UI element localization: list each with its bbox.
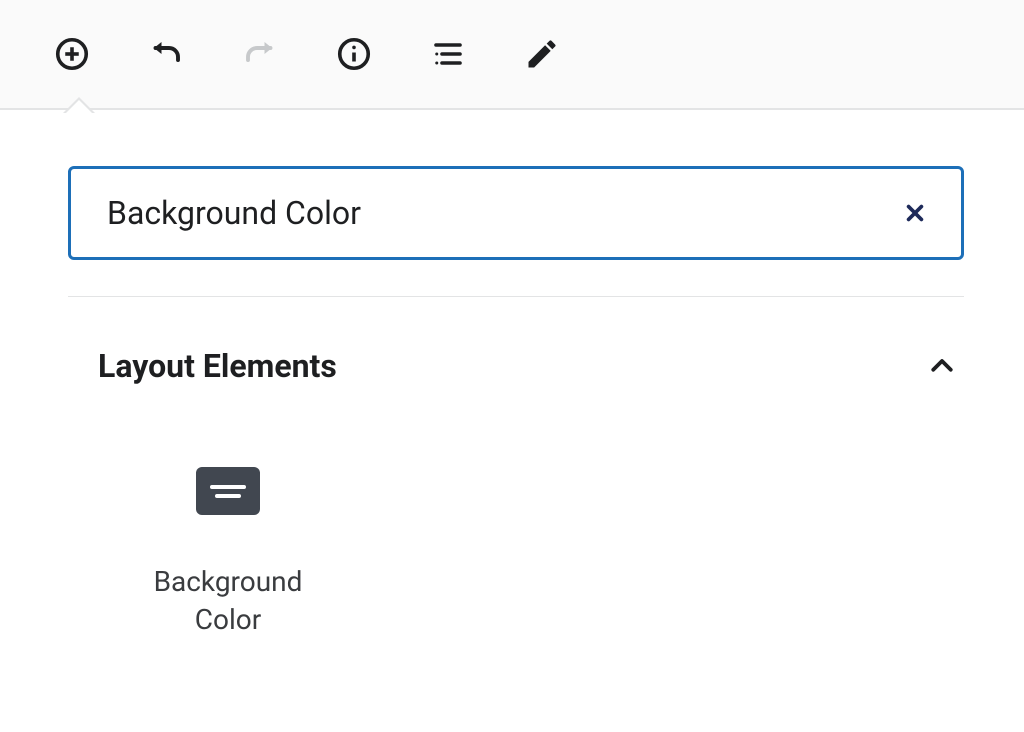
plus-circle-icon (54, 36, 90, 72)
list-icon (430, 36, 466, 72)
undo-icon (148, 36, 184, 72)
clear-search-button[interactable] (895, 193, 935, 233)
background-color-block-icon (196, 467, 260, 515)
section-header[interactable]: Layout Elements (36, 297, 996, 385)
search-box (68, 166, 964, 260)
close-icon (904, 202, 926, 224)
info-icon (336, 36, 372, 72)
edit-button[interactable] (520, 32, 564, 76)
block-search-input[interactable] (107, 194, 895, 232)
undo-button[interactable] (144, 32, 188, 76)
block-background-color[interactable]: Background Color (98, 455, 358, 651)
redo-button (238, 32, 282, 76)
redo-icon (242, 36, 278, 72)
panel-caret (63, 97, 95, 113)
block-label: Background Color (128, 563, 328, 639)
collapse-section-button[interactable] (924, 348, 960, 384)
pencil-icon (524, 36, 560, 72)
block-inserter-panel: Layout Elements Background Color (36, 118, 996, 681)
search-wrapper (36, 118, 996, 260)
chevron-up-icon (927, 351, 957, 381)
section-title: Layout Elements (98, 347, 337, 385)
info-button[interactable] (332, 32, 376, 76)
add-block-button[interactable] (50, 32, 94, 76)
blocks-grid: Background Color (36, 385, 996, 681)
editor-toolbar (0, 0, 1024, 110)
outline-button[interactable] (426, 32, 470, 76)
